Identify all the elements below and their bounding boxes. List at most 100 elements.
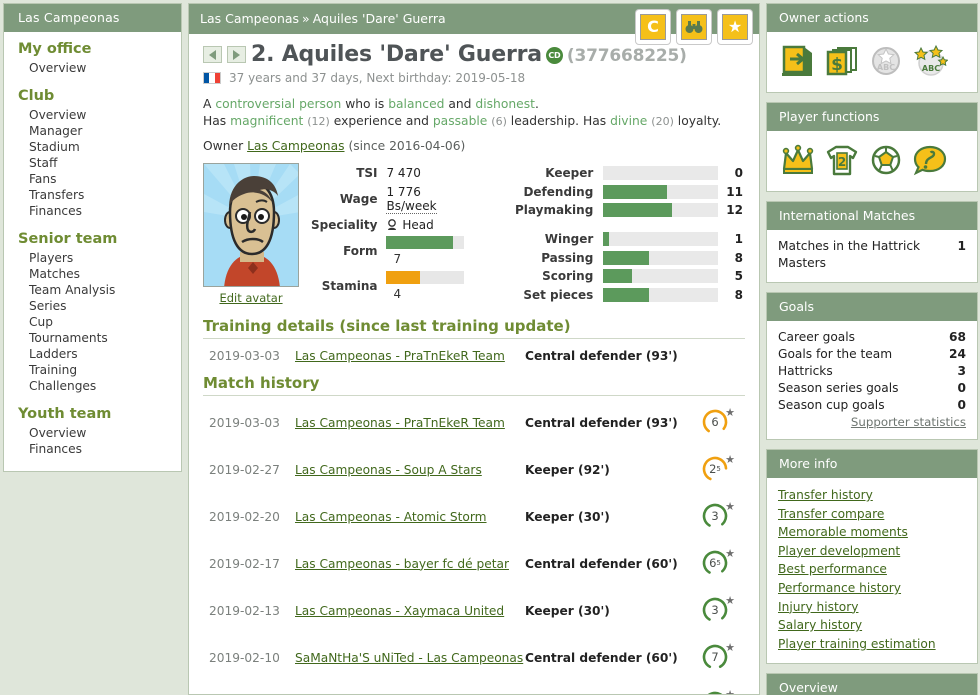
next-player-button[interactable] [227, 46, 246, 63]
sidebar-item-club-stadium[interactable]: Stadium [18, 139, 171, 155]
more-info-links: Transfer history Transfer compare Memora… [767, 478, 977, 663]
previous-player-button[interactable] [203, 46, 222, 63]
sidebar-item-club-staff[interactable]: Staff [18, 155, 171, 171]
goals-value: 24 [949, 347, 966, 361]
breadcrumb-team-link[interactable]: Las Campeonas [200, 11, 299, 26]
sidebar-item-senior-training[interactable]: Training [18, 362, 171, 378]
loyalty-value: (20) [651, 115, 674, 128]
sell-player-icon[interactable] [780, 44, 816, 78]
match-link[interactable]: Las Campeonas - Atomic Storm [295, 510, 487, 524]
skill-bar [603, 184, 719, 199]
scout-note-icon[interactable] [677, 10, 711, 44]
captain-crown-icon[interactable] [780, 143, 816, 177]
trophy-grey-icon[interactable]: ABC [868, 44, 904, 78]
match-date: 2019-02-10 [209, 650, 280, 665]
skill-row-playmaking: Playmaking 12 [515, 202, 743, 218]
goals-row-series: Season series goals 0 [778, 380, 966, 397]
sidebar-item-club-transfers[interactable]: Transfers [18, 187, 171, 203]
nav-group-title: Club [18, 88, 55, 104]
match-link[interactable]: Las Campeonas - bayer fc dé petar [295, 557, 509, 571]
skill-value: 8 [734, 250, 743, 265]
match-link[interactable]: SaMaNtHa'S uNiTed - Las Campeonas [295, 651, 523, 665]
match-rating-cell[interactable]: 6 ★ [691, 399, 745, 446]
link-injury-history[interactable]: Injury history [778, 598, 966, 617]
comment-bubble-icon[interactable] [912, 143, 948, 177]
link-transfer-history[interactable]: Transfer history [778, 486, 966, 505]
head-speciality-icon [388, 218, 397, 230]
experience-word: magnificent [230, 114, 304, 128]
skill-value: 12 [726, 203, 743, 218]
goals-row-career: Career goals 68 [778, 329, 966, 346]
link-performance-history[interactable]: Performance history [778, 579, 966, 598]
skill-row-set-pieces: Set pieces 8 [515, 287, 743, 303]
sidebar-item-senior-challenges[interactable]: Challenges [18, 378, 171, 394]
star-note-icon[interactable]: ★ [718, 10, 752, 44]
match-link[interactable]: Las Campeonas - Soup A Stars [295, 463, 482, 477]
link-salary-history[interactable]: Salary history [778, 616, 966, 635]
experience-value: (12) [307, 115, 330, 128]
player-title-row: 2. Aquiles 'Dare' Guerra CD (377668225) [203, 42, 745, 67]
match-link[interactable]: Las Campeonas - Xaymaca United [295, 604, 504, 618]
sidebar-item-my-office-overview[interactable]: Overview [18, 60, 171, 76]
link-memorable-moments[interactable]: Memorable moments [778, 523, 966, 542]
match-role: Keeper (30') [525, 603, 610, 618]
skill-bar-cell [603, 250, 719, 266]
match-role: Central defender (60') [525, 556, 678, 571]
owner-team-link[interactable]: Las Campeonas [247, 139, 344, 153]
sidebar-item-senior-cup[interactable]: Cup [18, 314, 171, 330]
sidebar-item-youth-finances[interactable]: Finances [18, 441, 171, 457]
sidebar-item-club-fans[interactable]: Fans [18, 171, 171, 187]
match-rating-cell[interactable]: 7 ★ [691, 634, 745, 681]
sidebar-item-senior-tournaments[interactable]: Tournaments [18, 330, 171, 346]
sidebar-item-senior-players[interactable]: Players [18, 250, 171, 266]
international-value: 1 [957, 239, 966, 253]
owner-since: (since 2016-04-06) [348, 139, 466, 153]
trophy-gold-icon[interactable]: ABC [912, 44, 948, 78]
match-date: 2019-02-13 [209, 603, 280, 618]
match-role: Keeper (92') [525, 462, 610, 477]
rating-ring: 65 ★ [701, 547, 735, 577]
jersey-number-icon[interactable]: 2 [824, 143, 860, 177]
match-link[interactable]: Las Campeonas - PraTnEkeR Team [295, 416, 505, 430]
experience-label: experience and [329, 114, 433, 128]
skill-bar [603, 166, 719, 181]
link-transfer-compare[interactable]: Transfer compare [778, 505, 966, 524]
sidebar-item-senior-matches[interactable]: Matches [18, 266, 171, 282]
training-details-table: 2019-03-03 Las Campeonas - PraTnEkeR Tea… [203, 342, 745, 370]
skill-value: 0 [734, 166, 743, 181]
supporter-statistics-link[interactable]: Supporter statistics [851, 415, 966, 429]
goals-label: Season cup goals [778, 398, 885, 412]
sidebar-item-youth-overview[interactable]: Overview [18, 425, 171, 441]
training-match-link[interactable]: Las Campeonas - PraTnEkeR Team [295, 349, 505, 363]
money-icon[interactable]: $ [824, 44, 860, 78]
skill-row-scoring: Scoring 5 [515, 268, 743, 284]
nav-group-senior-team: Senior team Players Matches Team Analysi… [18, 230, 171, 394]
sidebar-item-senior-team-analysis[interactable]: Team Analysis [18, 282, 171, 298]
binoculars-icon [685, 21, 703, 33]
match-rating-cell[interactable]: 7 ★ [691, 681, 745, 694]
france-flag-icon [203, 72, 221, 84]
match-name: SaMaNtHa'S uNiTed - Las Campeonas [295, 634, 525, 681]
wage-unit[interactable]: Bs/week [386, 198, 437, 214]
owner-label: Owner [203, 139, 244, 153]
player-age-text: 37 years and 37 days, Next birthday: 201… [229, 71, 526, 85]
skill-bar [603, 203, 719, 218]
sidebar-item-club-overview[interactable]: Overview [18, 107, 171, 123]
football-icon[interactable] [868, 143, 904, 177]
goals-label: Career goals [778, 330, 855, 344]
link-best-performance[interactable]: Best performance [778, 560, 966, 579]
link-player-training-estimation[interactable]: Player training estimation [778, 635, 966, 654]
player-id: (377668225) [566, 46, 687, 66]
sidebar-item-senior-ladders[interactable]: Ladders [18, 346, 171, 362]
match-rating-cell[interactable]: 3 ★ [691, 587, 745, 634]
match-rating-cell[interactable]: 3 ★ [691, 493, 745, 540]
edit-avatar-link[interactable]: Edit avatar [203, 291, 299, 305]
sidebar-item-senior-series[interactable]: Series [18, 298, 171, 314]
coach-note-icon[interactable]: C [636, 10, 670, 44]
sidebar-item-club-finances[interactable]: Finances [18, 203, 171, 219]
sidebar-item-club-manager[interactable]: Manager [18, 123, 171, 139]
match-rating-cell[interactable]: 25 ★ [691, 446, 745, 493]
rating-ring: 6 ★ [701, 406, 735, 436]
link-player-development[interactable]: Player development [778, 542, 966, 561]
match-rating-cell[interactable]: 65 ★ [691, 540, 745, 587]
